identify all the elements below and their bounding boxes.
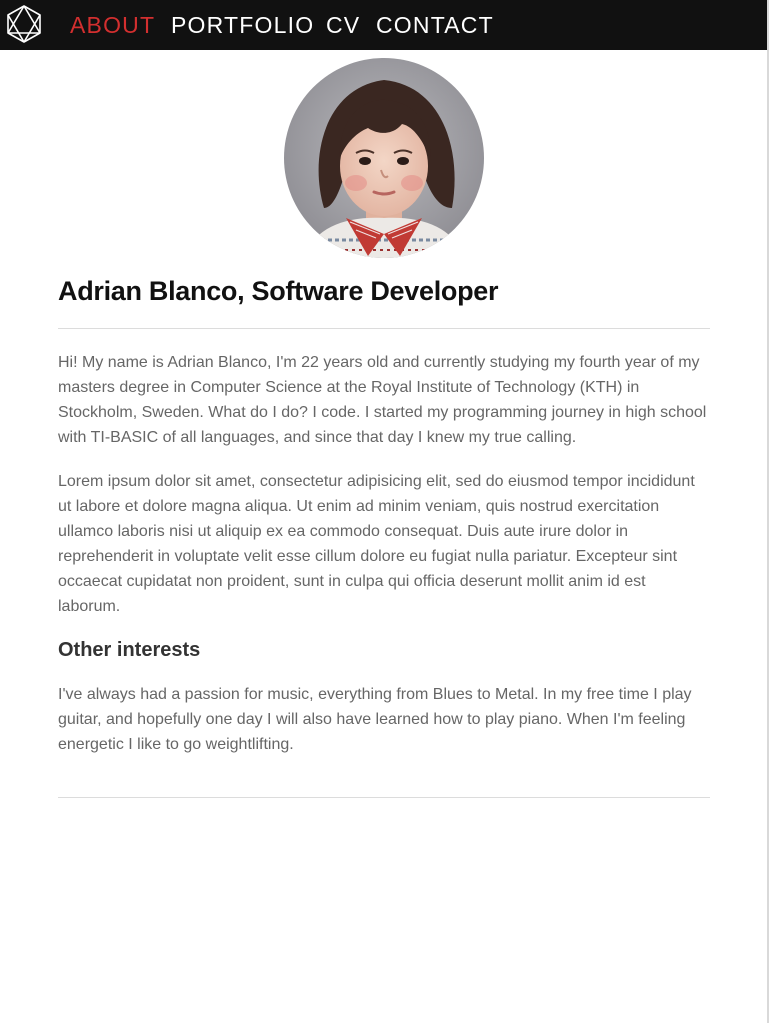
- interests-paragraph: I've always had a passion for music, eve…: [58, 686, 692, 753]
- nav-item-portfolio[interactable]: PORTFOLIO: [171, 8, 314, 42]
- profile-photo: [284, 58, 484, 258]
- nav-item-contact[interactable]: CONTACT: [376, 8, 494, 42]
- lorem-paragraph: Lorem ipsum dolor sit amet, consectetur …: [58, 473, 695, 615]
- top-navbar: ABOUT PORTFOLIO CV CONTACT: [0, 0, 767, 50]
- page: ABOUT PORTFOLIO CV CONTACT Adrian Blanco…: [0, 0, 769, 1023]
- title-divider: [58, 328, 710, 329]
- interests-heading: Other interests: [58, 639, 201, 661]
- nav-item-about[interactable]: ABOUT: [70, 8, 155, 42]
- intro-paragraph: Hi! My name is Adrian Blanco, I'm 22 yea…: [58, 354, 707, 446]
- nav-item-cv[interactable]: CV: [326, 8, 360, 42]
- main-content: Adrian Blanco, Software Developer Hi! My…: [58, 270, 710, 798]
- logo-icon[interactable]: [5, 4, 43, 44]
- page-title: Adrian Blanco, Software Developer: [58, 276, 499, 306]
- bottom-divider: [58, 797, 710, 798]
